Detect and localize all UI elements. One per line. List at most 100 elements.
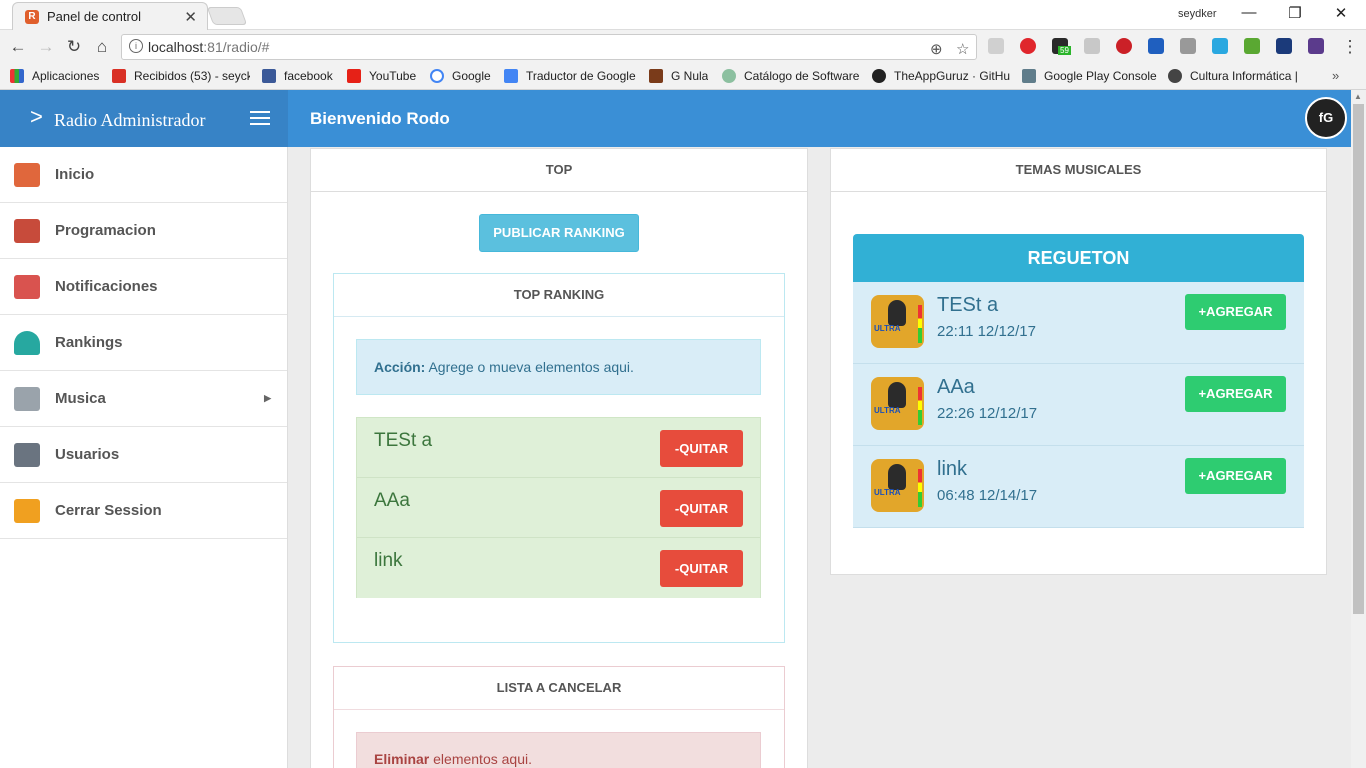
bookmark-translate[interactable]: Traductor de Google [504,69,636,83]
extension-badge-icon[interactable]: 59 [1052,38,1071,55]
bookmarks-bar: Aplicaciones Recibidos (53) - seyck face… [0,64,1366,90]
extension-icon[interactable] [1180,38,1196,54]
bookmark-label: Cultura Informática | [1190,69,1298,83]
browser-user-label[interactable]: seydker [1178,8,1217,20]
bookmark-label: Traductor de Google [526,69,636,83]
remove-button[interactable]: -QUITAR [660,490,743,527]
hamburger-menu-icon[interactable] [250,111,270,129]
back-icon[interactable]: ← [8,37,28,57]
youtube-icon [347,69,361,83]
analytics-icon[interactable] [1276,38,1292,54]
lock-icon [14,498,40,523]
bookmark-label: Google [452,69,491,83]
ranking-item[interactable]: AAa -QUITAR [357,478,760,538]
calendar-icon [14,218,40,243]
sidebar-item-usuarios[interactable]: Usuarios [0,427,287,483]
more-bookmarks-icon[interactable]: » [1332,68,1339,83]
star-icon[interactable]: ☆ [956,38,969,62]
bookmark-google[interactable]: Google [430,69,491,83]
bookmark-cultura[interactable]: Cultura Informática | [1168,69,1306,83]
top-panel: TOP PUBLICAR RANKING TOP RANKING Acción:… [310,148,808,768]
alert-text: elementos aqui. [429,751,532,767]
radio-logo-icon: ULTRA [871,377,924,430]
android-icon[interactable] [1212,38,1228,54]
sidebar-item-cerrar-session[interactable]: Cerrar Session [0,483,287,539]
ranking-item[interactable]: link -QUITAR [357,538,760,598]
bookmark-gmail[interactable]: Recibidos (53) - seyck [112,69,250,83]
github-icon [872,69,886,83]
bookmark-play-console[interactable]: Google Play Console [1022,69,1157,83]
genre-header[interactable]: REGUETON [853,234,1304,282]
google-icon [430,69,444,83]
download-icon[interactable] [1244,38,1260,54]
scroll-up-icon[interactable]: ▲ [1354,92,1362,101]
zoom-icon[interactable]: ⊕ [930,38,943,62]
megaphone-icon [14,274,40,299]
new-tab-button[interactable] [206,7,248,25]
bookmark-gnula[interactable]: G Nula [649,69,708,83]
add-song-button[interactable]: +AGREGAR [1185,294,1286,330]
brand-area: > Radio Administrador [0,90,288,147]
sidebar-item-rankings[interactable]: Rankings [0,315,287,371]
home-button-icon[interactable]: ⌂ [92,37,112,57]
bookmark-label: YouTube [369,69,417,83]
music-panel-header: TEMAS MUSICALES [831,149,1326,192]
url-input[interactable]: i localhost:81/radio/# ⊕ ☆ [121,34,977,60]
song-date: 22:26 12/12/17 [937,405,1038,422]
cancel-list-panel: LISTA A CANCELAR Eliminar elementos aqui… [333,666,785,768]
bookmark-catalogo[interactable]: Catálogo de Software [722,69,860,83]
logo-text: ULTRA [874,324,901,333]
extension-icon[interactable] [1084,38,1100,54]
publish-ranking-button[interactable]: PUBLICAR RANKING [479,214,639,252]
sidebar-item-notificaciones[interactable]: Notificaciones [0,259,287,315]
action-alert: Acción: Agrege o mueva elementos aqui. [356,339,761,395]
bookmark-label: facebook [284,69,333,83]
add-song-button[interactable]: +AGREGAR [1185,458,1286,494]
page-scrollbar[interactable]: ▲ [1351,90,1366,768]
bootstrap-icon[interactable] [1308,38,1324,54]
bookmark-apps[interactable]: Aplicaciones [10,69,99,83]
scrollbar-thumb[interactable] [1353,104,1364,614]
song-date: 22:11 12/12/17 [937,323,1036,340]
sidebar-item-programacion[interactable]: Programacion [0,203,287,259]
bookmark-ext-icon[interactable] [1148,38,1164,54]
tab-close-icon[interactable]: ✕ [184,8,197,26]
remove-button[interactable]: -QUITAR [660,430,743,467]
sidebar-item-inicio[interactable]: Inicio [0,147,287,203]
logo-text: ULTRA [874,488,901,497]
pinterest-icon[interactable] [1116,38,1132,54]
submenu-arrow-icon: ▶ [264,393,271,403]
song-item: ULTRA link 06:48 12/14/17 +AGREGAR [853,446,1304,528]
extension-icon[interactable] [988,38,1004,54]
alert-text: Agrege o mueva elementos aqui. [425,359,634,375]
sidebar-item-label: Musica [55,390,106,407]
menu-dots-icon[interactable]: ⋮ [1340,37,1360,57]
extension-badge: 59 [1058,46,1071,55]
browser-tab[interactable]: R Panel de control ✕ [12,2,208,30]
bookmark-facebook[interactable]: facebook [262,69,333,83]
opera-icon[interactable] [1020,38,1036,54]
bookmark-youtube[interactable]: YouTube [347,69,416,83]
sidebar-item-musica[interactable]: Musica ▶ [0,371,287,427]
alert-strong: Eliminar [374,751,430,767]
bookmark-github[interactable]: TheAppGuruz · GitHu [872,69,1010,83]
ranking-item[interactable]: TESt a -QUITAR [357,418,760,478]
bookmark-label: Aplicaciones [32,69,100,83]
facebook-icon [262,69,276,83]
info-icon[interactable]: i [129,39,143,53]
sidebar-item-label: Cerrar Session [55,502,162,519]
sidebar-item-label: Rankings [55,334,123,351]
minimize-icon[interactable]: — [1234,4,1264,21]
forward-icon[interactable]: → [36,37,56,57]
reload-icon[interactable]: ↻ [64,37,84,57]
apps-icon [10,69,24,83]
remove-button[interactable]: -QUITAR [660,550,743,587]
sidebar-item-label: Programacion [55,222,156,239]
close-window-icon[interactable]: ✕ [1326,4,1356,22]
add-song-button[interactable]: +AGREGAR [1185,376,1286,412]
bookmark-label: Recibidos (53) - seyck [134,69,250,83]
brand-title[interactable]: Radio Administrador [54,110,206,131]
cancel-list-header: LISTA A CANCELAR [334,667,784,710]
user-avatar[interactable]: fG [1305,97,1347,139]
restore-icon[interactable]: ❐ [1280,4,1310,22]
